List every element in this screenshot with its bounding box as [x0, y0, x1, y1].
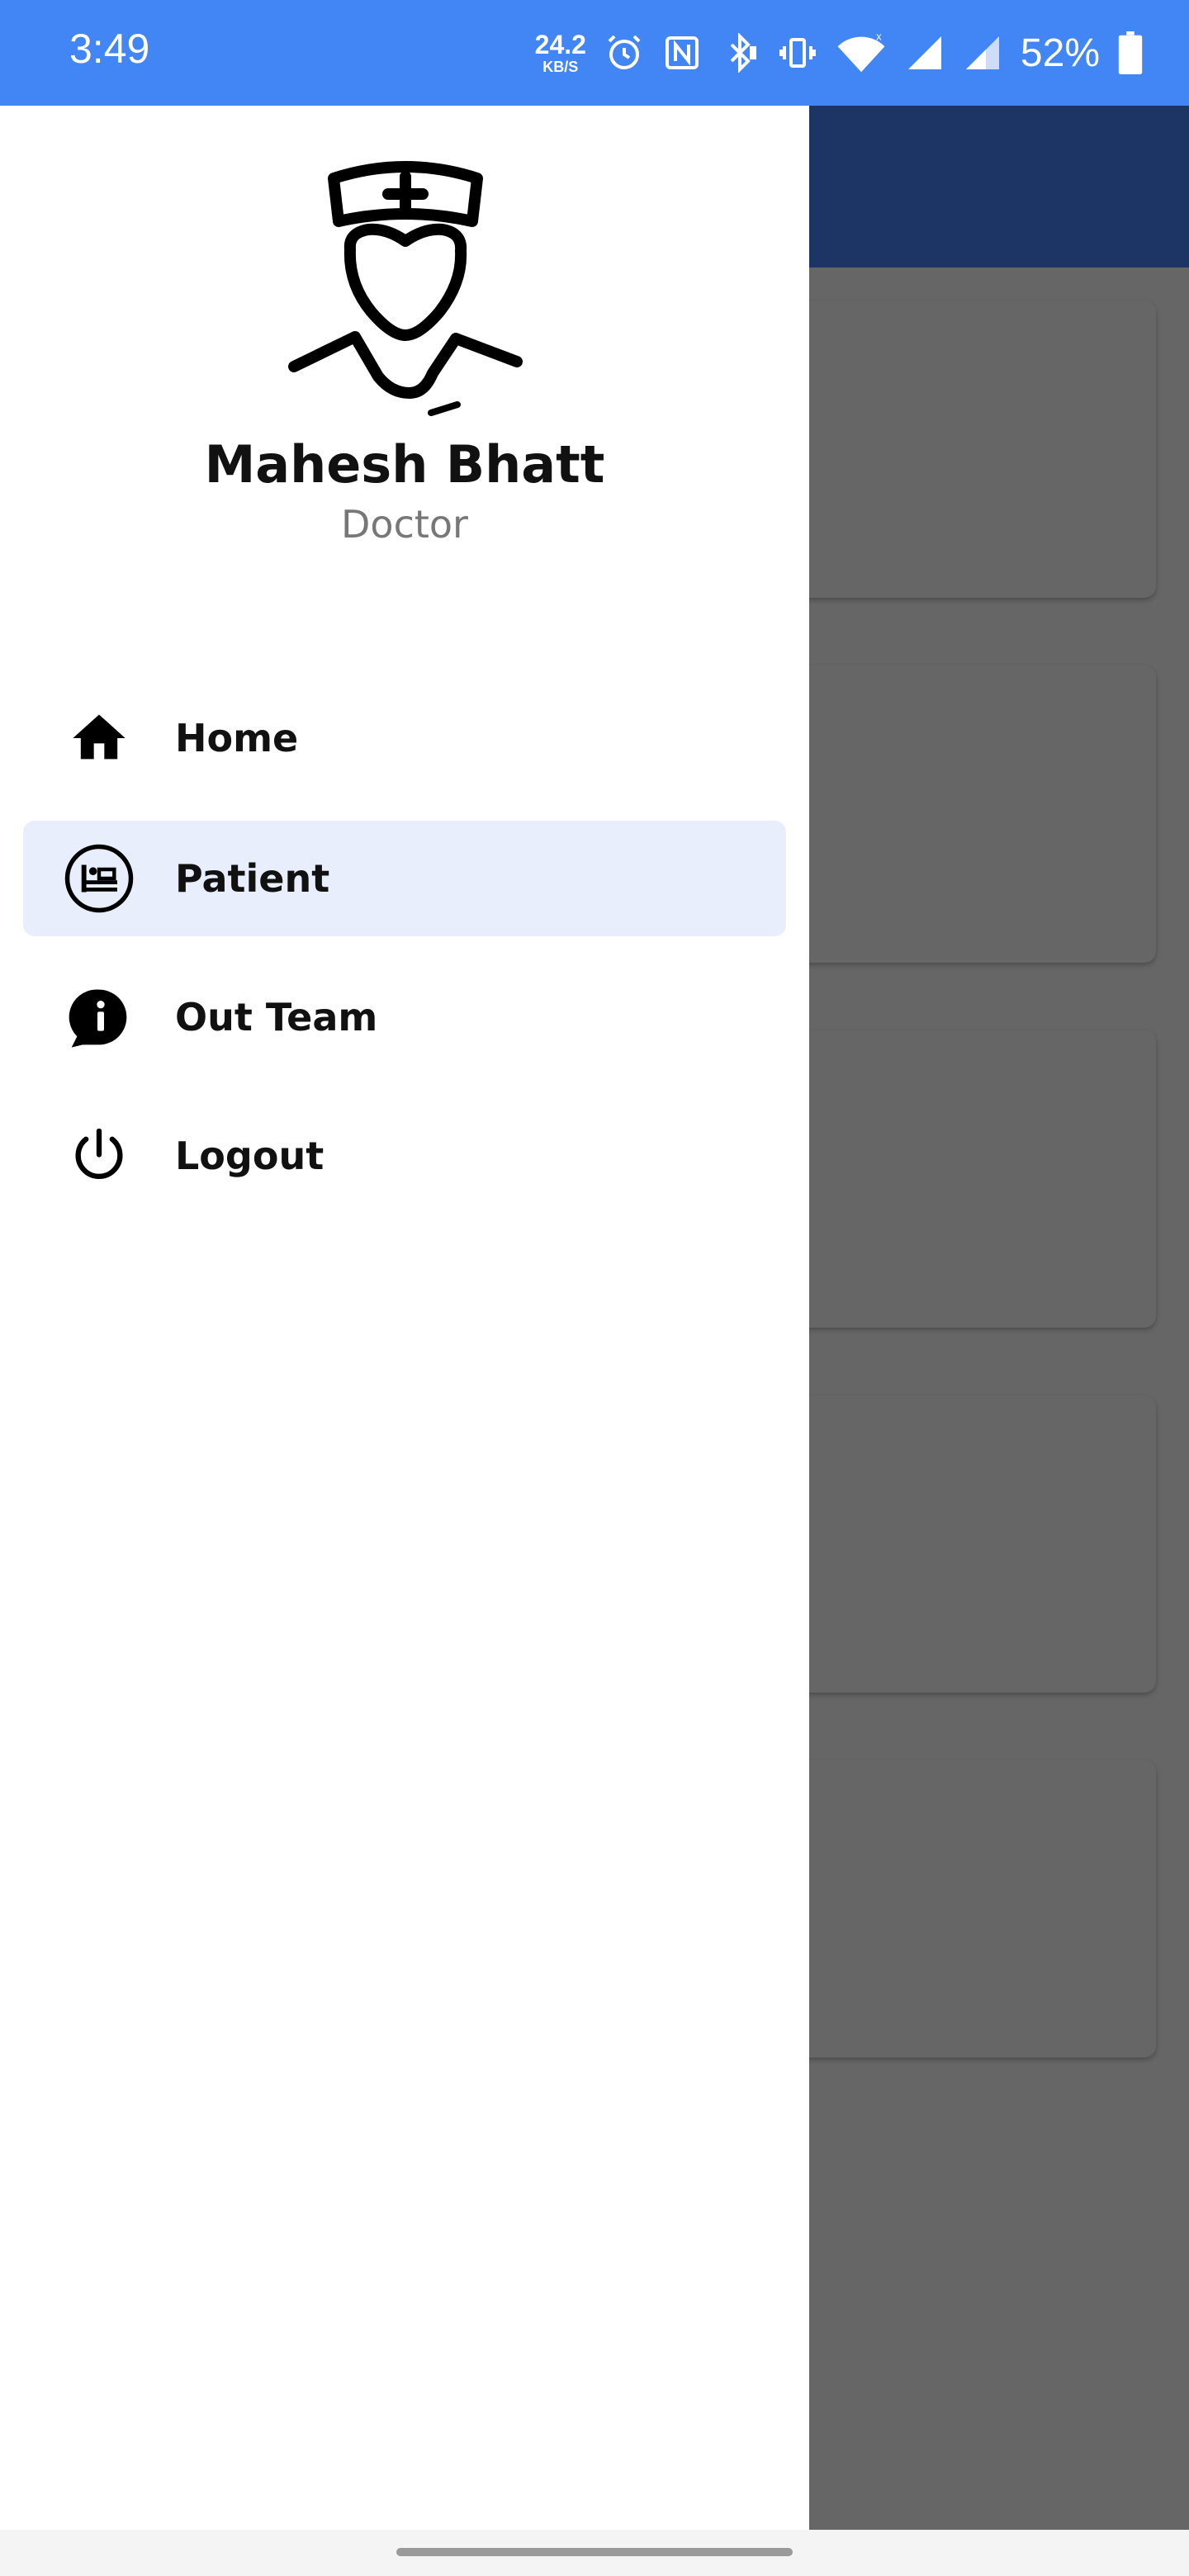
vibrate-icon: [778, 33, 817, 73]
nfc-icon: [662, 33, 702, 73]
menu-item-home[interactable]: Home: [23, 680, 786, 796]
system-nav-bar: [0, 2530, 1189, 2576]
menu-label: Logout: [175, 1134, 324, 1178]
home-gesture-handle[interactable]: [396, 2548, 793, 2556]
menu-label: Out Team: [175, 995, 378, 1039]
home-icon: [61, 700, 137, 776]
menu-item-out-team[interactable]: Out Team: [23, 959, 786, 1075]
network-speed: 24.2 KB/S: [535, 31, 586, 74]
signal-icon-2: [963, 33, 1002, 73]
battery-icon: [1118, 31, 1143, 74]
status-icons: 24.2 KB/S x 52%: [535, 21, 1143, 84]
user-role: Doctor: [341, 502, 468, 547]
status-time: 3:49: [69, 26, 150, 72]
user-name: Mahesh Bhatt: [204, 434, 605, 495]
net-speed-unit: KB/S: [542, 59, 579, 75]
battery-percent: 52%: [1020, 31, 1100, 75]
navigation-drawer: Mahesh Bhatt Doctor Home Patient Out Tea…: [0, 106, 809, 2530]
status-bar: 3:49 24.2 KB/S x 52%: [0, 0, 1189, 106]
bluetooth-icon: [720, 33, 760, 73]
wifi-icon: x: [836, 31, 887, 74]
menu-item-patient[interactable]: Patient: [23, 821, 786, 936]
net-speed-value: 24.2: [534, 30, 586, 59]
alarm-icon: [604, 33, 644, 73]
doctor-avatar-icon: [286, 159, 525, 423]
menu-label: Patient: [175, 856, 330, 901]
signal-icon: [905, 33, 945, 73]
info-chat-icon: [61, 979, 137, 1055]
power-icon: [61, 1118, 137, 1194]
bed-icon: [61, 841, 137, 916]
menu-label: Home: [175, 716, 299, 760]
menu-item-logout[interactable]: Logout: [23, 1098, 786, 1214]
svg-text:x: x: [876, 31, 882, 43]
